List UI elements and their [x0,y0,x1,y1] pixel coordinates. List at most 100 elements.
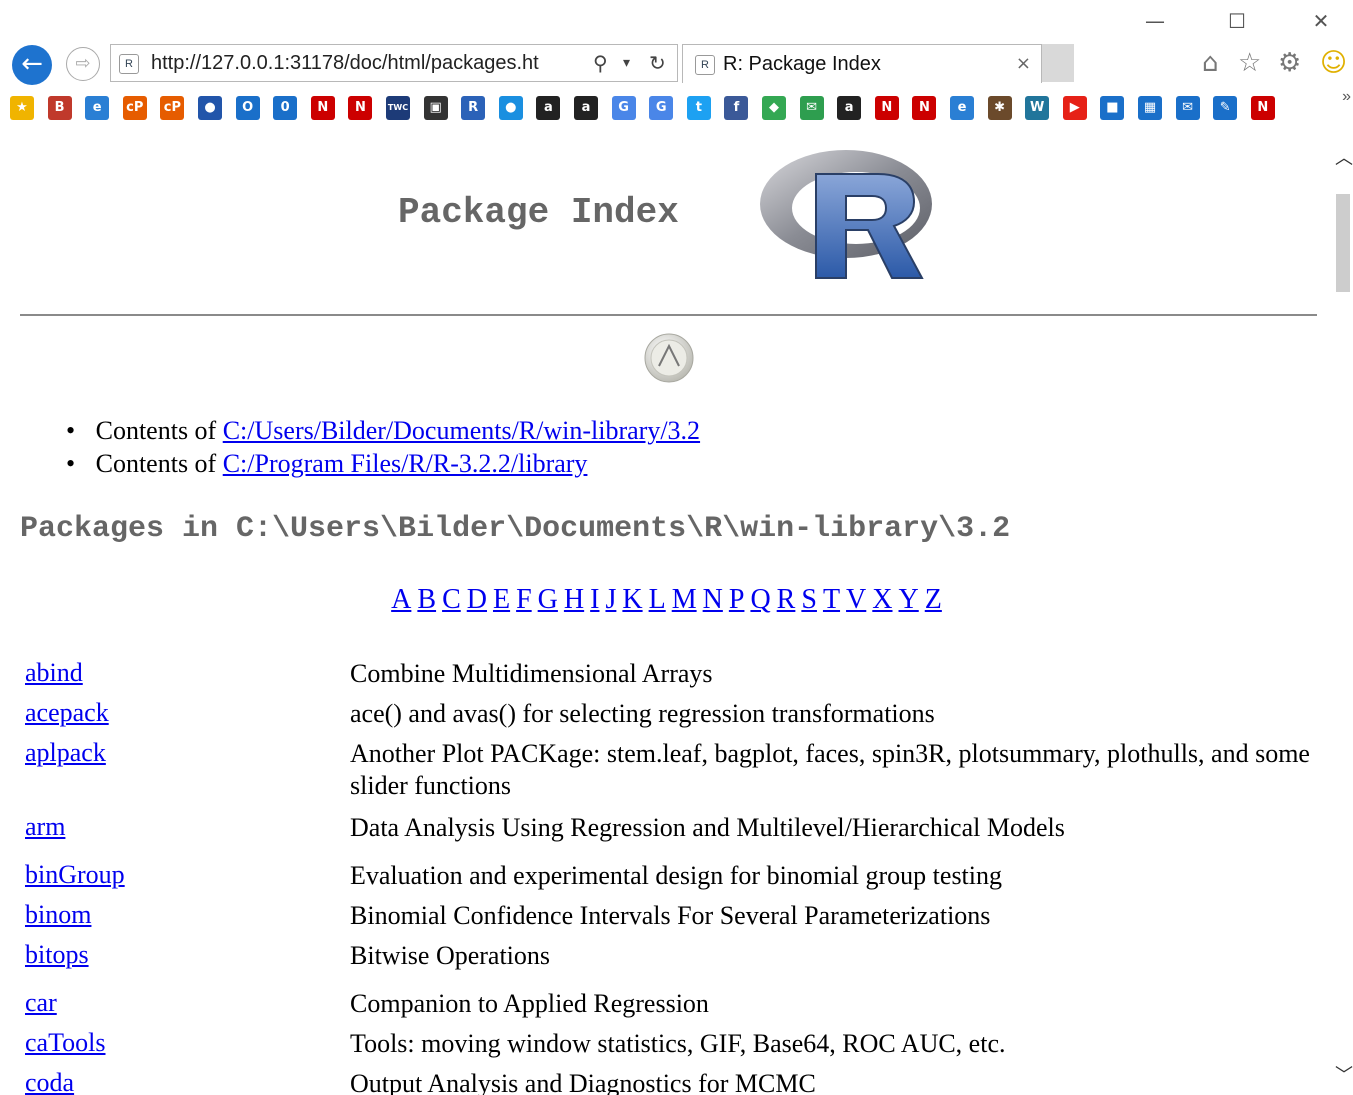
letter-link-r[interactable]: R [777,584,796,615]
search-icon[interactable]: ⚲ [593,51,608,75]
calendar-icon-favorite[interactable]: ▦ [1138,96,1162,120]
scroll-down-icon[interactable]: ﹀ [1335,1061,1353,1087]
smiley-feedback-icon[interactable]: ☺ [1320,48,1347,78]
system-library-link[interactable]: C:/Program Files/R/R-3.2.2/library [223,449,588,478]
deer-icon-favorite[interactable]: ✱ [987,96,1012,120]
page-title: Package Index [398,192,679,233]
n-icon-favorite[interactable]: N [310,96,335,120]
cp-icon-2-favorite[interactable]: cP [160,96,185,120]
letter-link-g[interactable]: G [538,584,558,615]
zero-icon-favorite[interactable]: 0 [273,96,298,120]
maximize-button[interactable]: ☐ [1222,8,1252,34]
letter-link-p[interactable]: P [729,584,745,615]
package-description: Bitwise Operations [350,941,551,970]
package-description: Evaluation and experimental design for b… [350,861,1003,890]
square-icon-favorite[interactable]: ■ [1100,96,1125,120]
letter-link-t[interactable]: T [823,584,840,615]
package-link[interactable]: car [25,988,57,1018]
pen-icon-favorite[interactable]: ✎ [1213,96,1238,120]
close-window-button[interactable]: ✕ [1306,8,1336,34]
vertical-scrollbar[interactable]: ︿ ﹀ [1333,128,1353,1095]
letter-link-n[interactable]: N [703,584,723,615]
letter-link-x[interactable]: X [872,584,892,615]
favorites-more-icon[interactable]: » [1342,88,1351,106]
letter-link-c[interactable]: C [442,584,461,615]
letter-link-h[interactable]: H [564,584,584,615]
letter-link-j[interactable]: J [605,584,616,615]
user-library-link[interactable]: C:/Users/Bilder/Documents/R/win-library/… [223,416,700,445]
amazon-icon-2-favorite[interactable]: a [574,96,598,120]
up-arrow-icon[interactable] [643,332,695,384]
maps-icon-favorite[interactable]: ◆ [762,96,786,120]
package-link[interactable]: coda [25,1068,74,1095]
n-icon-2-favorite[interactable]: N [348,96,373,120]
add-favorite-star-favorite[interactable]: ★ [10,96,34,120]
dot-icon-favorite[interactable]: ● [498,96,523,120]
list-item: Contents of C:/Program Files/R/R-3.2.2/l… [66,447,700,480]
letter-link-a[interactable]: A [391,584,411,615]
letter-link-i[interactable]: I [590,584,599,615]
package-link[interactable]: abind [25,658,83,688]
favorites-star-icon[interactable]: ☆ [1238,48,1261,78]
n-icon-5-favorite[interactable]: N [1250,96,1275,120]
package-link[interactable]: binom [25,900,91,930]
forward-button[interactable]: ⇨ [66,47,100,81]
twc-icon-favorite[interactable]: TWC [386,96,410,120]
letter-link-b[interactable]: B [417,584,436,615]
package-link[interactable]: caTools [25,1028,106,1058]
scroll-up-icon[interactable]: ︿ [1335,144,1353,170]
r-icon-favorite[interactable]: R [461,96,486,120]
package-link[interactable]: acepack [25,698,109,728]
b-icon-favorite[interactable]: B [47,96,72,120]
youtube-icon-favorite[interactable]: ▶ [1062,96,1087,120]
letter-link-q[interactable]: Q [750,584,770,615]
package-link[interactable]: bitops [25,940,89,970]
letter-link-l[interactable]: L [649,584,666,615]
amazon-icon-favorite[interactable]: a [536,96,561,120]
letter-link-y[interactable]: Y [899,584,919,615]
settings-gear-icon[interactable]: ⚙ [1278,48,1301,78]
letter-link-z[interactable]: Z [925,584,942,615]
package-link[interactable]: aplpack [25,738,106,768]
letter-link-e[interactable]: E [493,584,510,615]
minimize-button[interactable]: — [1140,8,1170,34]
mail-icon-favorite[interactable]: ✉ [799,96,824,120]
letter-link-f[interactable]: F [516,584,532,615]
scroll-thumb[interactable] [1336,194,1350,292]
ie-icon-favorite[interactable]: e [85,96,110,120]
letter-link-s[interactable]: S [801,584,817,615]
amazon-icon-3-favorite[interactable]: a [837,96,862,120]
url-input[interactable] [151,51,591,75]
address-bar[interactable]: R ⚲ ▾ ↻ [110,44,678,82]
tab-title: R: Package Index [723,53,881,75]
letter-link-v[interactable]: V [846,584,866,615]
outlook-icon-favorite[interactable]: O [235,96,260,120]
circle-icon-favorite[interactable]: ● [198,96,222,120]
tab-package-index[interactable]: R R: Package Index × [682,44,1042,83]
box-icon-favorite[interactable]: ▣ [423,96,448,120]
package-link[interactable]: binGroup [25,860,125,890]
close-tab-icon[interactable]: × [1016,53,1031,74]
refresh-icon[interactable]: ↻ [649,51,666,75]
wordpress-icon-favorite[interactable]: W [1025,96,1050,120]
cp-icon-favorite[interactable]: cP [122,96,147,120]
n-icon-4-favorite[interactable]: N [912,96,937,120]
package-description: Combine Multidimensional Arrays [350,659,713,688]
twitter-icon-favorite[interactable]: t [686,96,711,120]
facebook-icon-favorite[interactable]: f [724,96,749,120]
google-scholar-icon-favorite[interactable]: G [611,96,636,120]
ie-icon-2-favorite[interactable]: e [950,96,974,120]
envelope-icon-favorite[interactable]: ✉ [1175,96,1200,120]
new-tab-button[interactable] [1042,44,1074,82]
dropdown-icon[interactable]: ▾ [623,55,630,71]
window-titlebar: — ☐ ✕ [0,0,1353,42]
package-link[interactable]: arm [25,812,65,842]
back-button[interactable]: ← [12,45,52,85]
letter-link-d[interactable]: D [467,584,487,615]
n-icon-3-favorite[interactable]: N [874,96,899,120]
letter-link-k[interactable]: K [622,584,642,615]
letter-link-m[interactable]: M [672,584,697,615]
google-icon-favorite[interactable]: G [649,96,674,120]
package-description: Output Analysis and Diagnostics for MCMC [350,1069,816,1095]
home-icon[interactable]: ⌂ [1202,48,1219,78]
